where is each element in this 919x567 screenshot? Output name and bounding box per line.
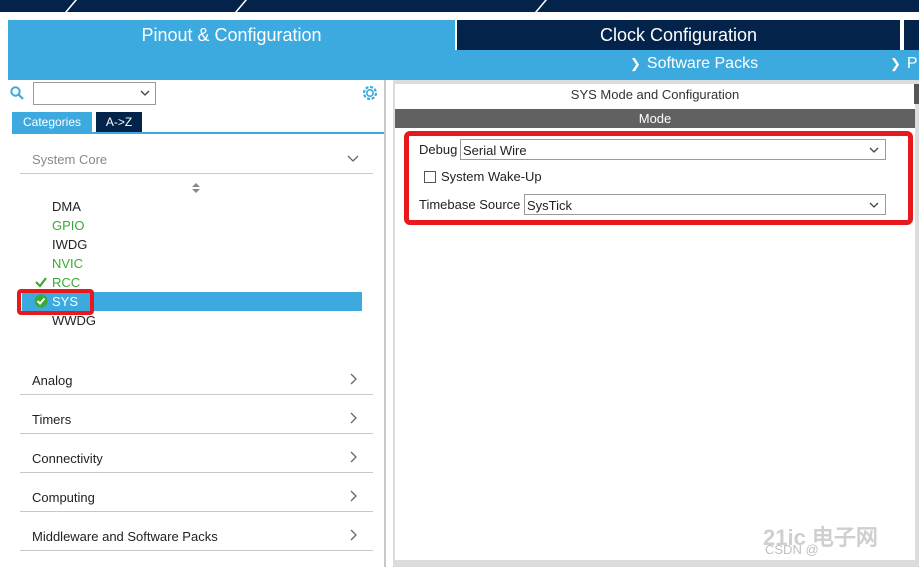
chevron-right-icon — [350, 373, 357, 385]
chevron-down-icon: ❯ — [890, 56, 901, 71]
chevron-down-icon: ❯ — [630, 56, 641, 71]
category-computing[interactable]: Computing — [20, 480, 373, 512]
category-middleware[interactable]: Middleware and Software Packs — [20, 519, 373, 551]
list-item-gpio[interactable]: GPIO — [52, 218, 85, 233]
category-label: Computing — [32, 490, 95, 505]
category-system-core[interactable]: System Core — [20, 142, 373, 174]
gear-icon[interactable] — [361, 84, 379, 102]
chevron-down-icon — [347, 155, 359, 162]
tab-categories[interactable]: Categories — [12, 112, 92, 132]
search-icon[interactable] — [10, 86, 24, 100]
category-timers[interactable]: Timers — [20, 402, 373, 434]
tab-overflow[interactable] — [902, 20, 919, 50]
list-item-nvic[interactable]: NVIC — [52, 256, 83, 271]
top-toolbar-strip — [0, 0, 919, 12]
list-item-wwdg[interactable]: WWDG — [52, 313, 96, 328]
watermark-sub: CSDN @ — [765, 542, 819, 557]
category-connectivity[interactable]: Connectivity — [20, 441, 373, 473]
software-packs-label: Software Packs — [646, 55, 759, 72]
list-item-dma[interactable]: DMA — [52, 199, 81, 214]
pinout-menu-cutoff[interactable]: ❯ P — [890, 55, 918, 73]
tab-clock-label: Clock Configuration — [599, 25, 758, 45]
tab-pinout-configuration[interactable]: Pinout & Configuration — [8, 20, 455, 80]
tab-clock-configuration[interactable]: Clock Configuration — [457, 20, 900, 50]
page-title: SYS Mode and Configuration — [570, 87, 740, 102]
chevron-right-icon — [350, 412, 357, 424]
sort-icon[interactable] — [191, 182, 201, 194]
category-analog[interactable]: Analog — [20, 363, 373, 395]
category-label: Connectivity — [32, 451, 103, 466]
tab-a-to-z[interactable]: A->Z — [96, 112, 142, 132]
chevron-right-icon — [350, 529, 357, 541]
mode-section-header: Mode — [395, 109, 915, 128]
list-item-iwdg[interactable]: IWDG — [52, 237, 87, 252]
category-label: Middleware and Software Packs — [32, 529, 218, 544]
chevron-right-icon — [350, 451, 357, 463]
category-label: Analog — [32, 373, 73, 388]
tab-pinout-label: Pinout & Configuration — [141, 25, 322, 45]
tab-underline — [12, 132, 384, 134]
chevron-right-icon — [350, 490, 357, 502]
list-item-rcc[interactable]: RCC — [52, 275, 80, 290]
highlight-box-mode — [404, 131, 913, 225]
highlight-box-sys — [17, 289, 94, 315]
category-label: System Core — [32, 152, 108, 167]
pinout-menu-label: P — [906, 55, 918, 72]
category-label: Timers — [32, 412, 72, 427]
chevron-down-icon — [140, 90, 150, 96]
software-packs-menu[interactable]: ❯ Software Packs — [630, 55, 758, 73]
check-icon — [35, 277, 47, 288]
search-input[interactable] — [33, 82, 156, 105]
